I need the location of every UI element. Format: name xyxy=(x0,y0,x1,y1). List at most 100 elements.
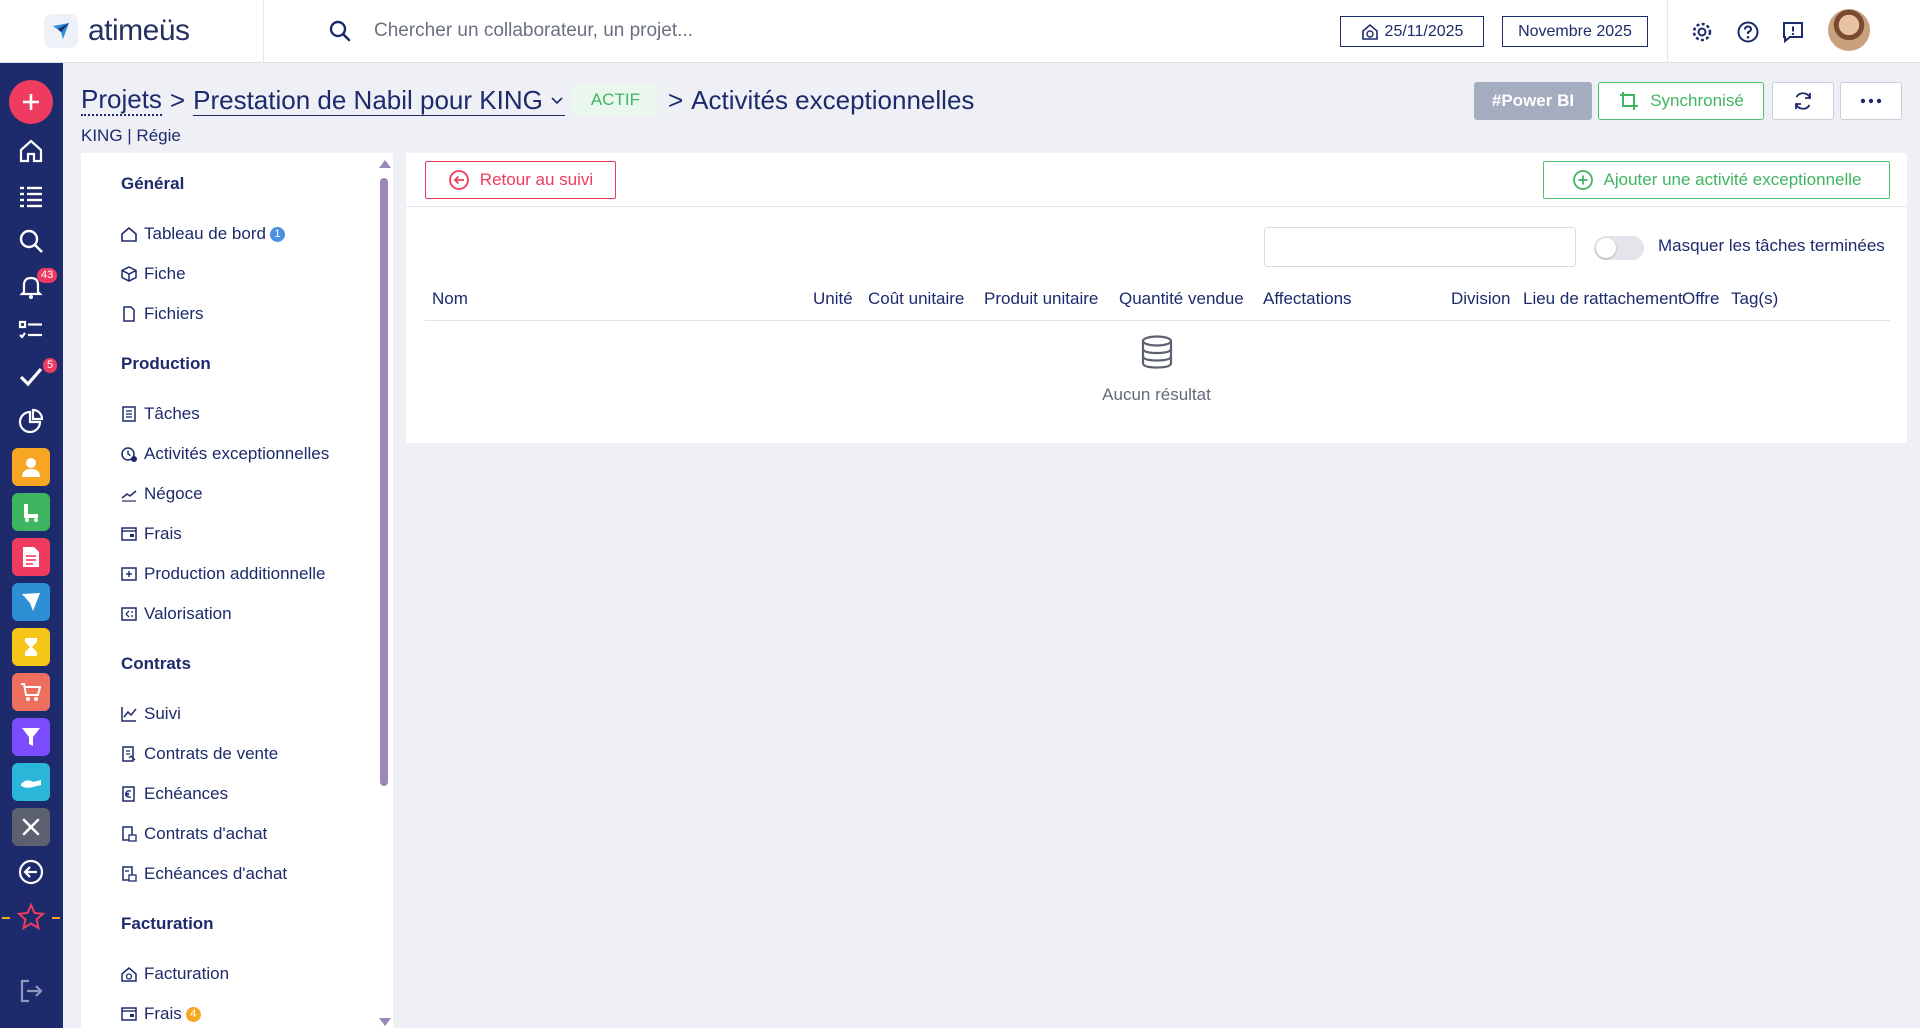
powerbi-button[interactable]: #Power BI xyxy=(1474,82,1592,120)
nav-logout[interactable] xyxy=(11,971,51,1011)
back-to-tracking-button[interactable]: Retour au suivi xyxy=(425,161,616,199)
menu-scroll-up[interactable] xyxy=(379,160,391,168)
menu-item-tasks[interactable]: Tâches xyxy=(120,404,200,424)
app-logo[interactable]: atimeüs xyxy=(0,0,264,63)
gear-icon[interactable] xyxy=(1690,20,1714,44)
favorites-marker-right xyxy=(52,917,60,919)
database-icon xyxy=(1141,335,1173,369)
arrow-left-circle-icon xyxy=(18,859,44,885)
feedback-icon[interactable] xyxy=(1781,20,1805,44)
column-header[interactable]: Lieu de rattachement xyxy=(1523,289,1683,309)
menu-item-expenses[interactable]: Frais xyxy=(120,524,182,544)
menu-scrollbar[interactable] xyxy=(380,178,388,786)
billing-home-icon xyxy=(121,967,137,982)
menu-item-dashboard[interactable]: Tableau de bord 1 xyxy=(120,224,285,244)
menu-item-label: Tableau de bord xyxy=(144,224,266,243)
help-icon[interactable] xyxy=(1736,20,1760,44)
menu-item-purchase-contracts[interactable]: Contrats d'achat xyxy=(120,824,267,844)
menu-item-due-dates[interactable]: Echéances xyxy=(120,784,228,804)
menu-item-trading[interactable]: Négoce xyxy=(120,484,203,504)
favorites-marker-left xyxy=(2,917,10,919)
nav-checklist[interactable] xyxy=(11,311,51,351)
column-header[interactable]: Tag(s) xyxy=(1731,289,1778,309)
create-button[interactable] xyxy=(9,80,53,124)
nav-search[interactable] xyxy=(11,221,51,261)
nav-collaborators[interactable] xyxy=(12,448,50,486)
column-header[interactable]: Produit unitaire xyxy=(984,289,1098,309)
purchase-invoice-icon xyxy=(122,866,137,882)
column-header[interactable]: Coût unitaire xyxy=(868,289,964,309)
column-header[interactable]: Affectations xyxy=(1263,289,1352,309)
invoice-euro-icon xyxy=(122,786,135,802)
nav-purchases[interactable] xyxy=(12,673,50,711)
nav-deals[interactable] xyxy=(12,763,50,801)
nav-timesheets[interactable] xyxy=(12,628,50,666)
nav-home[interactable] xyxy=(11,131,51,171)
nav-tools[interactable] xyxy=(12,808,50,846)
column-header[interactable]: Unité xyxy=(813,289,853,309)
arrow-left-circle-icon xyxy=(448,170,469,190)
contract-icon xyxy=(122,746,136,762)
check-icon xyxy=(19,367,43,387)
menu-item-tracking[interactable]: Suivi xyxy=(120,704,181,724)
add-box-icon xyxy=(121,567,137,581)
chevron-down-icon xyxy=(551,96,563,104)
plus-circle-icon xyxy=(1572,170,1593,190)
menu-scroll-down[interactable] xyxy=(379,1018,391,1026)
menu-item-label: Frais xyxy=(144,524,182,543)
menu-item-fiche[interactable]: Fiche xyxy=(120,264,186,284)
nav-documents[interactable] xyxy=(12,538,50,576)
project-menu: Général Tableau de bord 1 Fiche Fichiers… xyxy=(81,153,393,1028)
user-avatar[interactable] xyxy=(1828,9,1870,51)
nav-clients[interactable] xyxy=(12,493,50,531)
column-header[interactable]: Nom xyxy=(432,289,468,309)
breadcrumb-project[interactable]: Prestation de Nabil pour KING xyxy=(193,85,565,116)
section-billing: Facturation xyxy=(121,914,214,933)
add-exceptional-activity-button[interactable]: Ajouter une activité exceptionnelle xyxy=(1543,161,1890,199)
menu-item-label: Fiche xyxy=(144,264,186,283)
clock-alert-icon xyxy=(121,447,137,462)
hide-done-toggle[interactable] xyxy=(1594,236,1644,260)
date-selector[interactable]: 25/11/2025 xyxy=(1340,16,1484,47)
panel-toolbar: Retour au suivi Ajouter une activité exc… xyxy=(406,153,1907,207)
menu-item-billing[interactable]: Facturation xyxy=(120,964,229,984)
nav-projects[interactable] xyxy=(12,583,50,621)
global-search-input[interactable] xyxy=(374,20,974,42)
menu-item-exceptional-activities[interactable]: Activités exceptionnelles xyxy=(120,444,329,464)
nav-reports[interactable] xyxy=(11,401,51,441)
date-value: 25/11/2025 xyxy=(1384,22,1464,40)
menu-item-label: Tâches xyxy=(144,404,200,423)
column-header[interactable]: Quantité vendue xyxy=(1119,289,1244,309)
menu-item-files[interactable]: Fichiers xyxy=(120,304,204,324)
handshake-icon xyxy=(21,780,41,788)
nav-favorites[interactable] xyxy=(11,897,51,937)
section-production: Production xyxy=(121,354,211,373)
nav-funnel[interactable] xyxy=(12,718,50,756)
wallet-icon xyxy=(121,1007,137,1021)
month-selector[interactable]: Novembre 2025 xyxy=(1502,16,1648,47)
refresh-button[interactable] xyxy=(1772,82,1834,120)
empty-state-text: Aucun résultat xyxy=(1102,385,1211,404)
sync-button[interactable]: Synchronisé xyxy=(1598,82,1764,120)
menu-item-additional-production[interactable]: Production additionnelle xyxy=(120,564,325,584)
menu-item-sales-contracts[interactable]: Contrats de vente xyxy=(120,744,278,764)
more-button[interactable] xyxy=(1840,82,1902,120)
menu-item-billing-expenses[interactable]: Frais 4 xyxy=(120,1004,201,1024)
nav-back[interactable] xyxy=(11,852,51,892)
line-chart-icon xyxy=(121,707,137,722)
menu-item-label: Négoce xyxy=(144,484,203,503)
pie-chart-icon xyxy=(18,408,44,434)
search-icon[interactable] xyxy=(328,19,352,43)
menu-item-valuation[interactable]: Valorisation xyxy=(120,604,232,624)
project-name: Prestation de Nabil pour KING xyxy=(193,84,543,115)
document-icon xyxy=(23,547,39,567)
breadcrumb-projects[interactable]: Projets xyxy=(81,84,162,116)
cart-person-icon xyxy=(24,504,38,522)
column-header[interactable]: Division xyxy=(1451,289,1511,309)
notifications-badge: 43 xyxy=(37,268,58,283)
paper-plane-icon xyxy=(22,593,40,611)
column-header[interactable]: Offre xyxy=(1682,289,1719,309)
table-search-input[interactable] xyxy=(1264,227,1576,267)
menu-item-purchase-due-dates[interactable]: Echéances d'achat xyxy=(120,864,287,884)
nav-list[interactable] xyxy=(11,176,51,216)
